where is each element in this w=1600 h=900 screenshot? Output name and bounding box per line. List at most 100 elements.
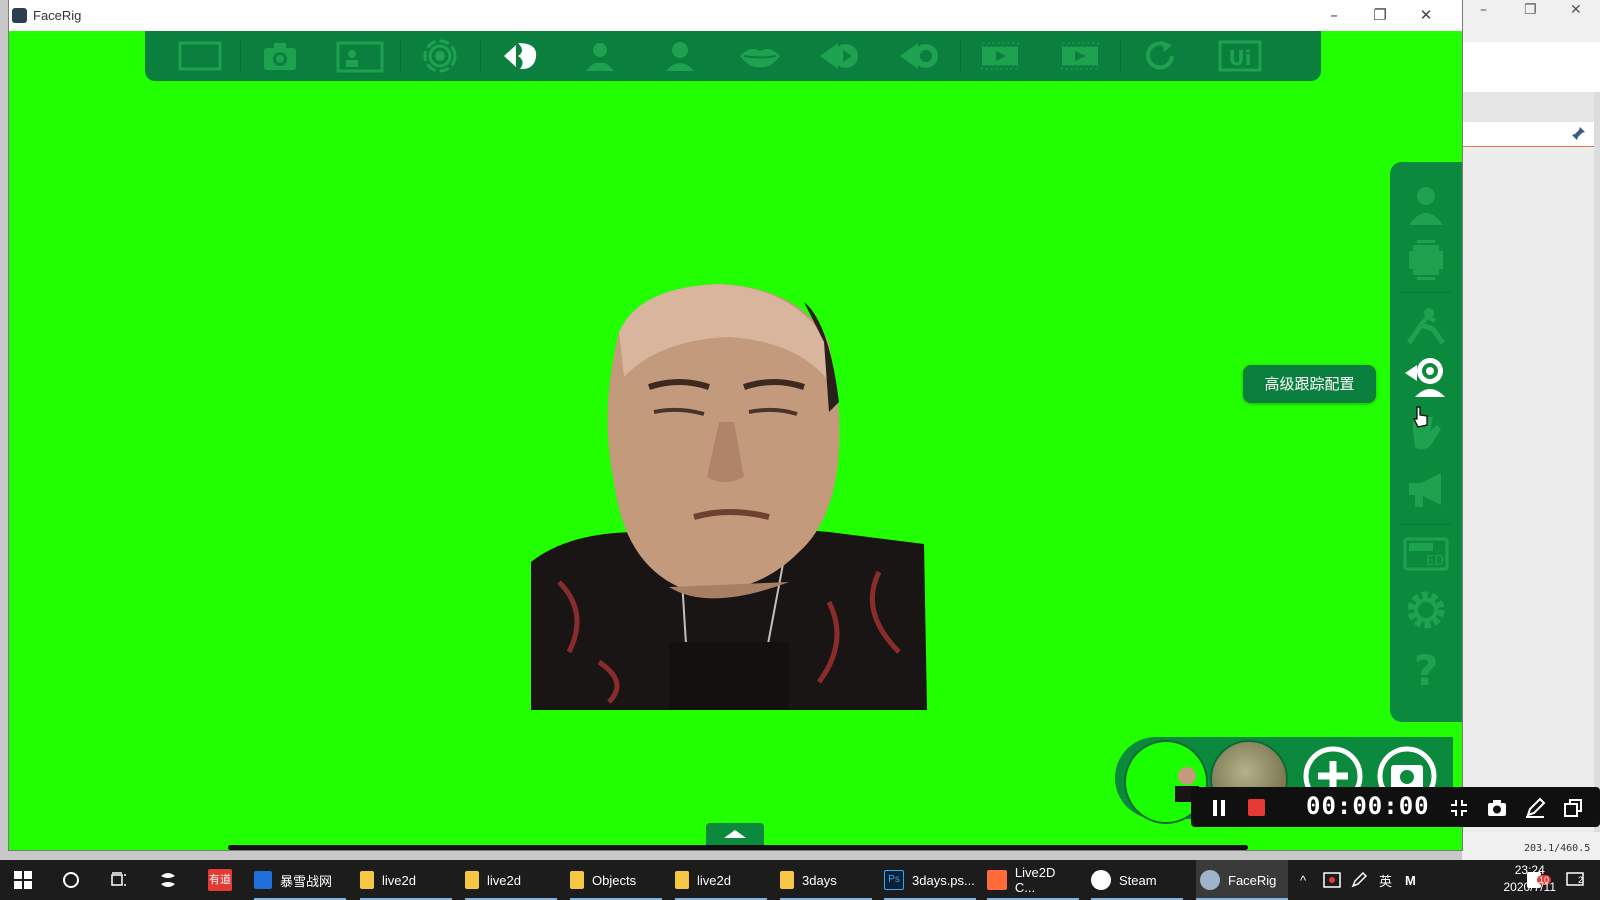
taskbar-label: live2d: [697, 872, 731, 888]
task-view-icon: [111, 872, 126, 886]
cortana-button[interactable]: [62, 860, 88, 900]
taskbar-label: 暴雪战网: [280, 873, 333, 889]
pin-icon[interactable]: [1570, 126, 1586, 142]
filmstrip-icon[interactable]: [1050, 37, 1110, 75]
chevron-up-icon: [724, 830, 746, 838]
photoshop-icon: Ps: [884, 870, 904, 890]
lips-icon[interactable]: [730, 37, 790, 75]
taskbar-clock[interactable]: 23:24 2020/7/11: [1504, 862, 1557, 896]
notification-count: 2: [1578, 875, 1584, 885]
tray-pen[interactable]: [1351, 860, 1367, 900]
hand-cursor-icon: [1413, 406, 1428, 428]
taskbar-folder-live2d-1[interactable]: live2d: [360, 860, 452, 900]
tray-ime[interactable]: 英: [1379, 860, 1392, 900]
fullscreen-icon[interactable]: [170, 37, 230, 75]
pen-icon[interactable]: [1524, 797, 1546, 819]
facerig-icon: [1200, 870, 1220, 890]
title-bar[interactable]: FaceRig – ❐ ✕: [9, 0, 1462, 31]
search-icon: [63, 872, 79, 888]
pause-icon[interactable]: [1212, 800, 1226, 816]
taskbar-label: live2d: [382, 872, 416, 888]
restore-button[interactable]: ❐: [1357, 0, 1403, 31]
play-icon[interactable]: [810, 37, 870, 75]
chevron-up-icon: ^: [1300, 872, 1307, 888]
tray-m[interactable]: M: [1405, 860, 1416, 900]
pose-icon[interactable]: [1396, 298, 1456, 354]
taskbar-battlenet[interactable]: 暴雪战网: [254, 860, 346, 900]
taskbar-folder-live2d-2[interactable]: live2d: [465, 860, 557, 900]
ed-icon[interactable]: ED: [1396, 526, 1456, 582]
ink-icon: [1351, 872, 1367, 888]
record-timer: 00:00:00: [1306, 792, 1430, 820]
taskbar-label: Steam: [1119, 872, 1157, 888]
tray-security[interactable]: [1323, 860, 1341, 900]
window-title: FaceRig: [33, 8, 82, 23]
camera-icon[interactable]: [250, 37, 310, 75]
broadcast-icon[interactable]: [410, 37, 470, 75]
folder-icon: [675, 871, 689, 889]
tracked-face-preview: [531, 284, 927, 710]
screenshot-icon[interactable]: [1486, 797, 1508, 819]
user-icon[interactable]: [1396, 176, 1456, 232]
taskbar: 有道 暴雪战网 live2d live2d Objects live2d 3da…: [0, 860, 1600, 900]
task-view-button[interactable]: [110, 860, 136, 900]
megaphone-icon[interactable]: [1396, 462, 1456, 518]
face-tracking-icon[interactable]: [490, 37, 550, 75]
refresh-icon[interactable]: [1130, 37, 1190, 75]
clock-time: 23:24: [1514, 863, 1545, 877]
bg-field[interactable]: [1462, 122, 1594, 147]
help-icon[interactable]: ?: [1396, 640, 1456, 696]
close-button[interactable]: ✕: [1403, 0, 1449, 31]
taskbar-youdao[interactable]: 有道: [208, 860, 232, 900]
bg-panel: [1462, 122, 1595, 832]
taskbar-app[interactable]: [158, 860, 184, 900]
taskbar-steam[interactable]: Steam: [1091, 860, 1183, 900]
portrait-icon[interactable]: [330, 37, 390, 75]
eye-icon[interactable]: [890, 37, 950, 75]
bg-scrollbar[interactable]: [1594, 92, 1600, 832]
taskbar-photoshop[interactable]: Ps 3days.ps...: [884, 860, 976, 900]
bottom-panel-toggle[interactable]: [706, 823, 764, 845]
taskbar-label: Objects: [592, 872, 637, 888]
bg-restore-icon[interactable]: ❐: [1524, 2, 1537, 18]
taskbar-label: Live2D C...: [1014, 865, 1056, 895]
bg-toolbar: [1462, 42, 1600, 93]
taskbar-folder-live2d-3[interactable]: live2d: [675, 860, 767, 900]
folder-icon: [465, 871, 479, 889]
folder-icon: [360, 871, 374, 889]
svg-text:Ui: Ui: [1228, 46, 1251, 70]
app-icon: [161, 873, 175, 887]
facerig-app-icon: [12, 8, 27, 23]
gear-icon[interactable]: [1396, 582, 1456, 638]
steam-icon: [1091, 870, 1111, 890]
taskbar-live2d-cubism[interactable]: Live2D C...: [987, 860, 1079, 900]
tray-overflow[interactable]: ^: [1300, 860, 1306, 900]
sizer-icon[interactable]: [1396, 232, 1456, 288]
bg-minimize-icon[interactable]: –: [1480, 2, 1487, 18]
taskbar-label: 3days: [802, 872, 837, 888]
start-button[interactable]: [14, 860, 40, 900]
battlenet-icon: [254, 871, 272, 889]
stop-record-button[interactable]: [1248, 799, 1265, 816]
live2d-cubism-icon: [987, 870, 1007, 890]
clock-date: 2020/7/11: [1503, 880, 1557, 894]
taskbar-facerig[interactable]: FaceRig: [1196, 860, 1288, 900]
bg-tabbar: [1462, 92, 1600, 122]
folder-icon: [570, 871, 584, 889]
avatar-icon[interactable]: [570, 37, 630, 75]
film-icon[interactable]: [970, 37, 1030, 75]
advanced-tracking-tooltip: 高级跟踪配置: [1243, 365, 1376, 403]
bg-close-icon[interactable]: ✕: [1570, 2, 1582, 18]
ui-icon[interactable]: Ui: [1210, 37, 1270, 75]
taskbar-folder-objects[interactable]: Objects: [570, 860, 662, 900]
advanced-tracking-icon[interactable]: [1396, 348, 1456, 404]
avatar-alt-icon[interactable]: [650, 37, 710, 75]
action-center[interactable]: 2: [1566, 860, 1584, 900]
popout-icon[interactable]: [1562, 797, 1584, 819]
side-panel: ED ?: [1390, 162, 1462, 722]
minimize-button[interactable]: –: [1311, 0, 1357, 31]
top-toolbar: Ui: [145, 31, 1321, 81]
shrink-icon[interactable]: [1448, 797, 1470, 819]
security-icon: [1323, 872, 1341, 888]
taskbar-folder-3days[interactable]: 3days: [780, 860, 872, 900]
